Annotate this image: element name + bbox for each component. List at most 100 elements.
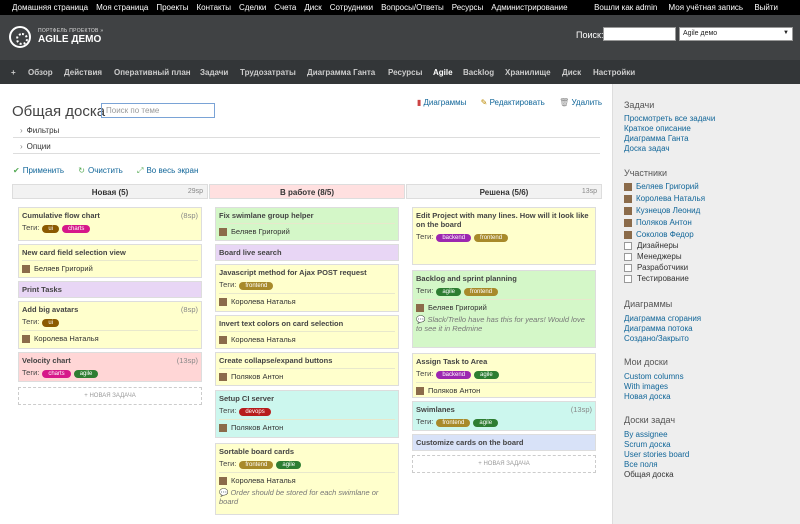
task-card[interactable]: Assign Task to Area Теги: backend agile Поля… — [412, 353, 596, 398]
card-title[interactable]: Cumulative flow chart — [22, 211, 198, 220]
filters-toggle[interactable]: › Фильтры — [20, 126, 59, 135]
menu-issues[interactable]: Задачи — [200, 68, 228, 77]
sidebar-link[interactable]: With images — [624, 382, 668, 391]
member-link[interactable]: Поляков Антон — [624, 218, 692, 227]
top-link-deals[interactable]: Сделки — [239, 3, 266, 12]
assignee-name[interactable]: Королева Наталья — [34, 334, 99, 343]
diagrams-link[interactable]: ▮ Диаграммы — [417, 98, 467, 107]
top-link-my-page[interactable]: Моя страница — [96, 3, 148, 12]
tag-badge[interactable]: agile — [473, 419, 499, 427]
assignee-name[interactable]: Поляков Антон — [231, 423, 283, 432]
tag-badge[interactable]: backend — [436, 371, 472, 379]
menu-overview[interactable]: Обзор — [28, 68, 53, 77]
top-link-contacts[interactable]: Контакты — [196, 3, 231, 12]
card-title[interactable]: Assign Task to Area — [416, 357, 592, 366]
tag-badge[interactable]: frontend — [239, 461, 274, 469]
new-task-button[interactable]: + НОВАЯ ЗАДАЧА — [412, 455, 596, 473]
tag-badge[interactable]: ui — [42, 225, 60, 233]
assignee-name[interactable]: Королева Наталья — [231, 476, 296, 485]
project-select[interactable]: Agile демо ▼ — [679, 27, 793, 41]
menu-gantt[interactable]: Диаграмма Ганта — [307, 68, 375, 77]
card-title[interactable]: Setup CI server — [219, 394, 395, 403]
menu-plan[interactable]: Оперативный план — [114, 68, 191, 77]
tag-badge[interactable]: backend — [436, 234, 472, 242]
top-link-resources[interactable]: Ресурсы — [452, 3, 484, 12]
task-card[interactable]: Add big avatars (8sp) Теги: ui Королева Ната… — [18, 301, 202, 349]
logout-link[interactable]: Выйти — [754, 3, 778, 12]
task-card[interactable]: Sortable board cards Теги: frontend agile Ко… — [215, 443, 399, 515]
sidebar-link[interactable]: Доска задач — [624, 144, 670, 153]
task-card[interactable]: Cumulative flow chart (8sp) Теги: ui charts — [18, 207, 202, 241]
options-toggle[interactable]: › Опции — [20, 142, 51, 151]
tag-badge[interactable]: frontend — [474, 234, 509, 242]
card-title[interactable]: Javascript method for Ajax POST request — [219, 268, 395, 277]
card-title[interactable]: Print Tasks — [22, 285, 198, 294]
task-card[interactable]: Backlog and sprint planning Теги: agile fro… — [412, 270, 596, 348]
task-card[interactable]: Print Tasks — [18, 281, 202, 298]
tag-badge[interactable]: agile — [474, 371, 499, 379]
task-card[interactable]: Create collapse/expand buttons Поляков Ан… — [215, 352, 399, 386]
logged-in-user[interactable]: admin — [636, 3, 658, 12]
sidebar-link[interactable]: Все поля — [624, 460, 658, 469]
tag-badge[interactable]: devops — [239, 408, 271, 416]
menu-backlog[interactable]: Backlog — [463, 68, 494, 77]
sidebar-link[interactable]: Создано/Закрыто — [624, 334, 689, 343]
topic-search-input[interactable]: Поиск по теме — [101, 103, 215, 118]
top-link-disk[interactable]: Диск — [304, 3, 321, 12]
menu-resources[interactable]: Ресурсы — [388, 68, 422, 77]
card-title[interactable]: Customize cards on the board — [416, 438, 592, 447]
tag-badge[interactable]: frontend — [239, 282, 274, 290]
apply-button[interactable]: ✔ Применить — [13, 166, 64, 175]
menu-repository[interactable]: Хранилище — [505, 68, 551, 77]
tag-badge[interactable]: charts — [62, 225, 91, 233]
card-title[interactable]: New card field selection view — [22, 248, 198, 257]
sidebar-link[interactable]: Новая доска — [624, 392, 671, 401]
card-title[interactable]: Add big avatars — [22, 305, 198, 314]
card-title[interactable]: Edit Project with many lines. How will i… — [416, 211, 592, 229]
sidebar-link[interactable]: Custom columns — [624, 372, 684, 381]
edit-link[interactable]: ✎ Редактировать — [481, 98, 545, 107]
menu-activity[interactable]: Действия — [64, 68, 102, 77]
task-card[interactable]: Fix swimlane group helper Беляев Григорий — [215, 207, 399, 241]
delete-link[interactable]: 🗑 Удалить — [559, 98, 602, 107]
tag-badge[interactable]: agile — [436, 288, 462, 296]
sidebar-link[interactable]: Диаграмма сгорания — [624, 314, 701, 323]
menu-disk[interactable]: Диск — [562, 68, 581, 77]
sidebar-link[interactable]: User stories board — [624, 450, 689, 459]
task-card[interactable]: Velocity chart (13sp) Теги: charts agile — [18, 352, 202, 382]
menu-new[interactable]: + — [11, 68, 16, 77]
member-link[interactable]: Королева Наталья — [624, 194, 705, 203]
tag-badge[interactable]: frontend — [436, 419, 471, 427]
task-card[interactable]: Setup CI server Теги: devops Поляков Антон — [215, 390, 399, 438]
card-title[interactable]: Sortable board cards — [219, 447, 395, 456]
top-link-admin[interactable]: Администрирование — [491, 3, 567, 12]
card-title[interactable]: Board live search — [219, 248, 395, 257]
menu-agile[interactable]: Agile — [433, 68, 453, 77]
logo-icon[interactable] — [9, 26, 31, 48]
sidebar-link[interactable]: Диаграмма Ганта — [624, 134, 689, 143]
top-link-questions[interactable]: Вопросы/Ответы — [381, 3, 444, 12]
sidebar-link[interactable]: By assignee — [624, 430, 668, 439]
card-title[interactable]: Fix swimlane group helper — [219, 211, 395, 220]
card-title[interactable]: Velocity chart — [22, 356, 198, 365]
assignee-name[interactable]: Поляков Антон — [428, 386, 480, 395]
task-card[interactable]: Edit Project with many lines. How will i… — [412, 207, 596, 265]
top-link-employees[interactable]: Сотрудники — [330, 3, 373, 12]
task-card[interactable]: Board live search — [215, 244, 399, 261]
task-card[interactable]: Javascript method for Ajax POST request Т… — [215, 264, 399, 312]
clear-button[interactable]: ↻ Очистить — [78, 166, 123, 175]
member-link[interactable]: Беляев Григорий — [624, 182, 699, 191]
assignee-name[interactable]: Беляев Григорий — [231, 227, 290, 236]
new-task-button[interactable]: + НОВАЯ ЗАДАЧА — [18, 387, 202, 405]
top-link-projects[interactable]: Проекты — [156, 3, 188, 12]
tag-badge[interactable]: agile — [73, 370, 99, 378]
assignee-name[interactable]: Поляков Антон — [231, 372, 283, 381]
member-link[interactable]: Соколов Федор — [624, 230, 694, 239]
card-title[interactable]: Swimlanes — [416, 405, 592, 414]
tag-badge[interactable]: frontend — [464, 288, 499, 296]
menu-time[interactable]: Трудозатраты — [240, 68, 296, 77]
sidebar-link[interactable]: Просмотреть все задачи — [624, 114, 715, 123]
task-card[interactable]: Invert text colors on card selection Коро… — [215, 315, 399, 349]
top-link-invoices[interactable]: Счета — [274, 3, 296, 12]
search-input[interactable] — [603, 27, 676, 41]
